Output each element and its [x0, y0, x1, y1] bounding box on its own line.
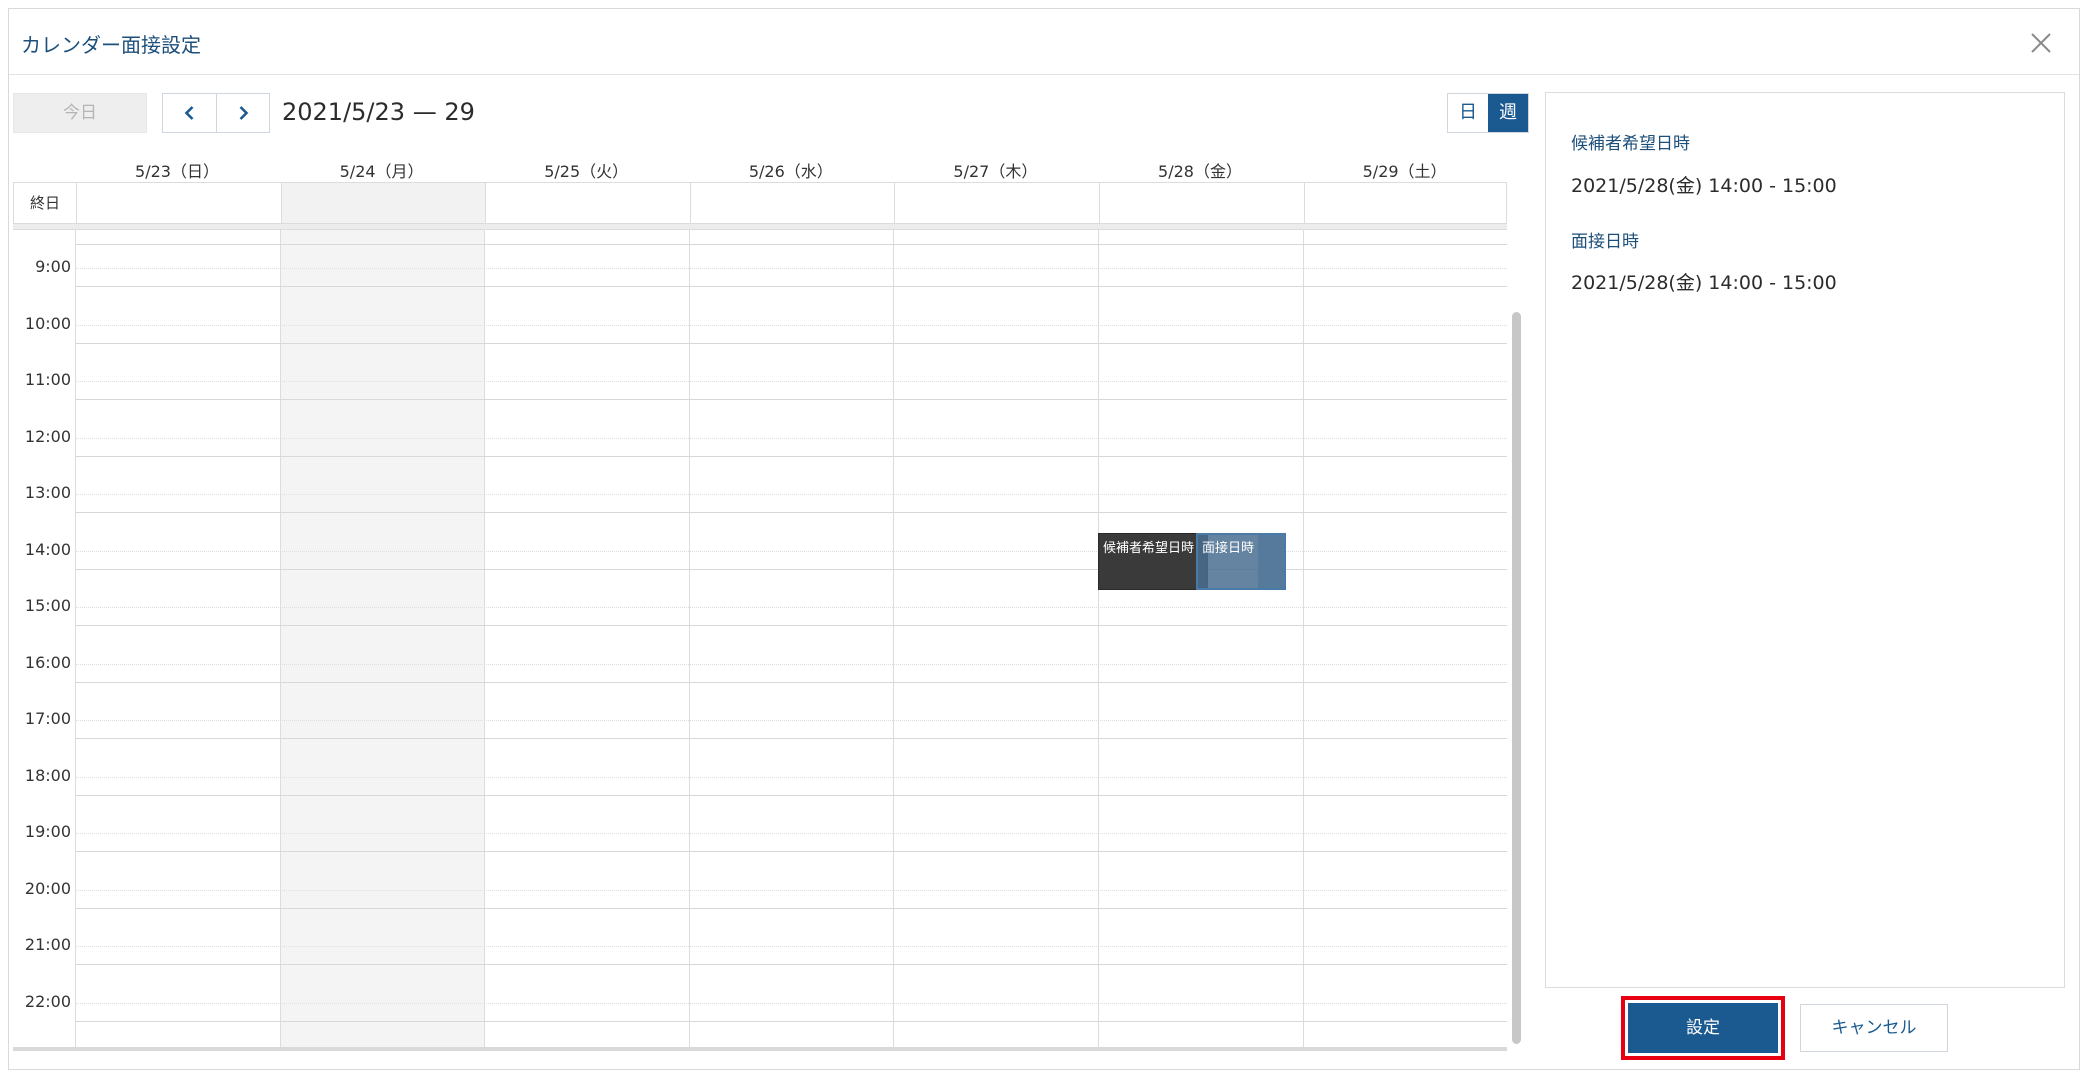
day-column[interactable]: [75, 230, 280, 1050]
allday-row: 終日: [13, 182, 1507, 224]
hour-line: [75, 568, 1507, 570]
time-label: 13:00: [24, 483, 71, 502]
day-headers: 5/23（日） 5/24（月） 5/25（火） 5/26（水） 5/27（木） 5/28（…: [75, 152, 1507, 182]
close-button[interactable]: [2025, 27, 2057, 59]
half-hour-line: [75, 833, 1507, 835]
calendar-scrollbar[interactable]: [1509, 230, 1523, 1050]
hour-line: [75, 625, 1507, 627]
half-hour-line: [75, 946, 1507, 948]
time-label: 9:00: [35, 257, 71, 276]
week-navigation: [162, 93, 270, 133]
hour-line: [75, 907, 1507, 909]
day-header: 5/26（水）: [748, 162, 833, 181]
day-column[interactable]: [1098, 230, 1303, 1050]
interview-heading: 面接日時: [1571, 232, 1639, 252]
half-hour-line: [75, 889, 1507, 891]
week-calendar: 5/23（日） 5/24（月） 5/25（火） 5/26（水） 5/27（木） 5/28（…: [13, 152, 1523, 1051]
close-icon: [2031, 33, 2051, 53]
candidate-heading: 候補者希望日時: [1571, 134, 1690, 154]
candidate-event[interactable]: 候補者希望日時: [1098, 533, 1208, 590]
chevron-left-icon: [184, 106, 193, 120]
hour-line: [75, 964, 1507, 966]
interview-value: 2021/5/28(金) 14:00 - 15:00: [1571, 272, 1837, 294]
day-column[interactable]: [484, 230, 689, 1050]
info-panel: 候補者希望日時 2021/5/28(金) 14:00 - 15:00 面接日時 …: [1545, 92, 2065, 988]
half-hour-line: [75, 268, 1507, 270]
day-view-button[interactable]: 日: [1448, 94, 1488, 132]
day-column[interactable]: [688, 230, 894, 1050]
half-hour-line: [75, 776, 1507, 778]
interview-event[interactable]: 面接日時: [1196, 533, 1286, 590]
previous-week-button[interactable]: [163, 94, 216, 132]
day-header: 5/28（金）: [1158, 162, 1242, 181]
next-week-button[interactable]: [216, 94, 269, 132]
day-header: 5/29（土）: [1362, 162, 1447, 181]
hour-line: [75, 455, 1507, 457]
allday-cell[interactable]: [1303, 183, 1509, 223]
date-range-label: 2021/5/23 — 29: [282, 98, 475, 126]
scrollbar-thumb[interactable]: [1512, 312, 1521, 1044]
hour-line: [75, 286, 1507, 288]
cancel-button[interactable]: キャンセル: [1800, 1004, 1948, 1052]
allday-cell[interactable]: [894, 183, 1099, 223]
day-column[interactable]: [1302, 230, 1507, 1050]
time-label: 19:00: [24, 822, 71, 841]
allday-cell[interactable]: [485, 183, 690, 223]
time-label: 14:00: [24, 539, 71, 559]
hour-line: [75, 794, 1507, 796]
hour-line: [75, 851, 1507, 853]
allday-cell[interactable]: [689, 183, 895, 223]
day-column[interactable]: [893, 230, 1098, 1050]
hour-line: [75, 1020, 1507, 1022]
half-hour-line: [75, 607, 1507, 609]
dialog-header: カレンダー面接設定: [9, 9, 2079, 75]
calendar-bottom-border: [13, 1047, 1507, 1051]
day-header: 5/23（日）: [135, 162, 219, 181]
hour-line: [75, 342, 1507, 344]
time-label: 15:00: [24, 596, 71, 615]
half-hour-line: [75, 1002, 1507, 1004]
hour-line: [75, 399, 1507, 401]
time-grid[interactable]: 9:00 10:00 11:00 12:00 13:00 14:00 15:00 16:00 1…: [13, 230, 1507, 1050]
day-header: 5/27（木）: [953, 162, 1038, 181]
half-hour-line: [75, 550, 1507, 552]
week-view-button[interactable]: 週: [1488, 94, 1528, 132]
save-button[interactable]: 設定: [1628, 1003, 1778, 1053]
half-hour-line: [75, 324, 1507, 326]
day-header: 5/24（月）: [339, 162, 424, 181]
half-hour-line: [75, 494, 1507, 496]
time-label: 12:00: [24, 426, 71, 446]
allday-cell[interactable]: [280, 183, 486, 223]
hour-line: [75, 738, 1507, 740]
time-label: 18:00: [24, 765, 71, 785]
hour-line: [75, 512, 1507, 514]
today-button[interactable]: 今日: [13, 93, 147, 133]
half-hour-line: [75, 381, 1507, 383]
time-label: 10:00: [24, 313, 71, 333]
day-column[interactable]: [279, 230, 485, 1050]
half-hour-line: [75, 437, 1507, 439]
time-label: 20:00: [24, 878, 71, 898]
chevron-right-icon: [239, 106, 249, 120]
time-label: 21:00: [24, 935, 71, 954]
day-header: 5/25（火）: [544, 162, 629, 181]
allday-label: 終日: [29, 194, 60, 212]
half-hour-line: [75, 720, 1507, 722]
view-toggle: 日 週: [1447, 93, 1529, 133]
time-label: 16:00: [24, 652, 71, 672]
time-label: 17:00: [24, 709, 71, 728]
half-hour-line: [75, 663, 1507, 665]
allday-cell[interactable]: [76, 183, 281, 223]
hour-line: [75, 244, 1507, 245]
hour-line: [75, 681, 1507, 683]
candidate-value: 2021/5/28(金) 14:00 - 15:00: [1571, 175, 1837, 197]
time-label: 11:00: [24, 370, 71, 389]
allday-cell[interactable]: [1099, 183, 1304, 223]
time-label: 22:00: [24, 991, 71, 1011]
dialog-title: カレンダー面接設定: [21, 33, 201, 57]
